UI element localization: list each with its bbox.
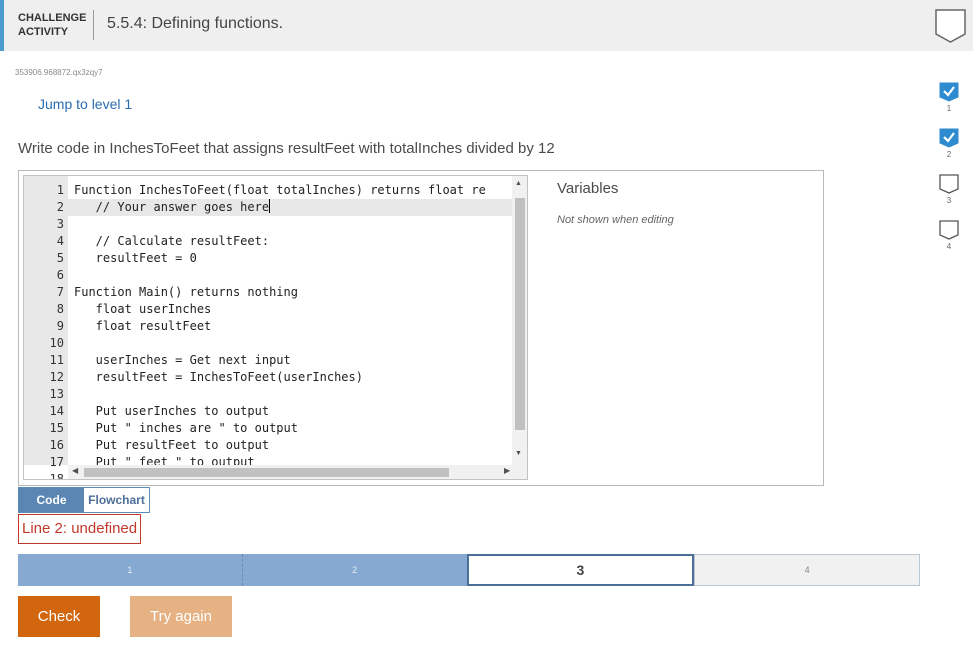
progress-segment-label: 3 [576,562,585,578]
empty-badge-icon [939,174,959,194]
line-code[interactable]: // Calculate resultFeet: [74,233,269,250]
horizontal-scrollbar[interactable]: ◀ ▶ [68,465,527,479]
code-line[interactable]: 13 [24,386,512,403]
line-code[interactable]: resultFeet = InchesToFeet(userInches) [74,369,363,386]
tab-flowchart[interactable]: Flowchart [84,488,149,512]
line-number: 4 [56,234,64,248]
header-divider [93,10,94,40]
code-line[interactable]: 12 resultFeet = InchesToFeet(userInches) [24,369,512,386]
code-line[interactable]: 16 Put resultFeet to output [24,437,512,454]
line-number: 10 [49,336,64,350]
level-number: 1 [946,104,952,113]
activity-title: 5.5.4: Defining functions. [107,15,284,32]
progress-segment-3[interactable]: 3 [466,554,695,586]
line-code[interactable]: float resultFeet [74,318,212,335]
code-line[interactable]: 5 resultFeet = 0 [24,250,512,267]
scroll-up-icon[interactable]: ▲ [515,180,522,187]
line-number: 14 [49,404,64,418]
line-number: 11 [49,353,64,367]
empty-badge-icon [939,220,959,240]
level-indicator-4[interactable]: 4 [935,220,963,251]
variables-note: Not shown when editing [557,214,674,226]
progress-segment-2[interactable]: 2 [242,554,467,586]
code-line[interactable]: 3 [24,216,512,233]
challenge-activity-label: CHALLENGE ACTIVITY [18,12,87,38]
activity-id: 353906.968872.qx3zqy7 [15,68,103,77]
instruction-text: Write code in InchesToFeet that assigns … [18,140,555,157]
editor-view-tabs: Code Flowchart [18,487,150,513]
code-line[interactable]: 6 [24,267,512,284]
line-code[interactable]: Put userInches to output [74,403,269,420]
progress-segment-label: 2 [352,565,358,575]
line-number: 7 [56,285,64,299]
line-number: 16 [49,438,64,452]
line-number: 18 [49,472,64,480]
progress-segment-1[interactable]: 1 [18,554,243,586]
line-code[interactable]: float userInches [74,301,212,318]
line-number: 5 [56,251,64,265]
line-code[interactable]: Function Main() returns nothing [74,284,298,301]
check-button[interactable]: Check [18,596,100,637]
line-code[interactable]: Put " inches are " to output [74,420,298,437]
scroll-down-icon[interactable]: ▼ [515,450,522,457]
progress-segment-4[interactable]: 4 [694,554,920,586]
line-code[interactable]: // Your answer goes here [74,199,271,216]
code-line[interactable]: 1 Function InchesToFeet(float totalInches… [24,182,512,199]
code-lines[interactable]: 1 Function InchesToFeet(float totalInches… [24,182,512,480]
code-line[interactable]: 7 Function Main() returns nothing [24,284,512,301]
scroll-right-icon[interactable]: ▶ [504,466,510,475]
error-message: Line 2: undefined [18,514,142,544]
line-number: 15 [49,421,64,435]
progress-segment-label: 4 [804,565,810,575]
scroll-left-icon[interactable]: ◀ [72,466,78,475]
jump-to-level-link[interactable]: Jump to level 1 [38,96,132,112]
level-number: 4 [946,242,952,251]
line-number: 8 [56,302,64,316]
code-line[interactable]: 10 [24,335,512,352]
code-line[interactable]: 9 float resultFeet [24,318,512,335]
line-code[interactable]: resultFeet = 0 [74,250,197,267]
level-number: 3 [946,196,952,205]
check-badge-icon [939,128,959,148]
variables-heading: Variables [557,180,619,197]
vertical-scroll-thumb[interactable] [515,198,525,430]
line-number: 9 [56,319,64,333]
horizontal-scroll-thumb[interactable] [84,468,449,477]
bookmark-icon[interactable] [934,8,967,44]
code-line[interactable]: 8 float userInches [24,301,512,318]
tab-code[interactable]: Code [19,488,84,512]
line-number: 3 [56,217,64,231]
activity-header: CHALLENGE ACTIVITY 5.5.4: Defining funct… [0,0,973,51]
level-indicator-2[interactable]: 2 [935,128,963,159]
try-again-button[interactable]: Try again [130,596,232,637]
code-editor[interactable]: 1 Function InchesToFeet(float totalInches… [23,175,528,480]
progress-segment-label: 1 [127,565,133,575]
level-progress-bar: 1 2 3 4 [18,554,920,586]
vertical-scrollbar[interactable]: ▲ ▼ [512,176,527,465]
line-number: 13 [49,387,64,401]
code-line[interactable]: 14 Put userInches to output [24,403,512,420]
line-code[interactable]: Put resultFeet to output [74,437,269,454]
code-line[interactable]: 11 userInches = Get next input [24,352,512,369]
line-number: 6 [56,268,64,282]
code-line[interactable]: 4 // Calculate resultFeet: [24,233,512,250]
line-number: 17 [49,455,64,469]
level-indicator-1[interactable]: 1 [935,82,963,113]
line-code[interactable]: userInches = Get next input [74,352,291,369]
line-number: 2 [56,200,64,214]
check-badge-icon [939,82,959,102]
code-workspace: 1 Function InchesToFeet(float totalInches… [18,170,824,486]
code-line[interactable]: 15 Put " inches are " to output [24,420,512,437]
line-code[interactable]: Function InchesToFeet(float totalInches)… [74,182,486,199]
line-number: 12 [49,370,64,384]
level-number: 2 [946,150,952,159]
code-line[interactable]: 2 // Your answer goes here [24,199,512,216]
text-cursor [269,199,271,213]
level-indicator-3[interactable]: 3 [935,174,963,205]
line-number: 1 [56,183,64,197]
